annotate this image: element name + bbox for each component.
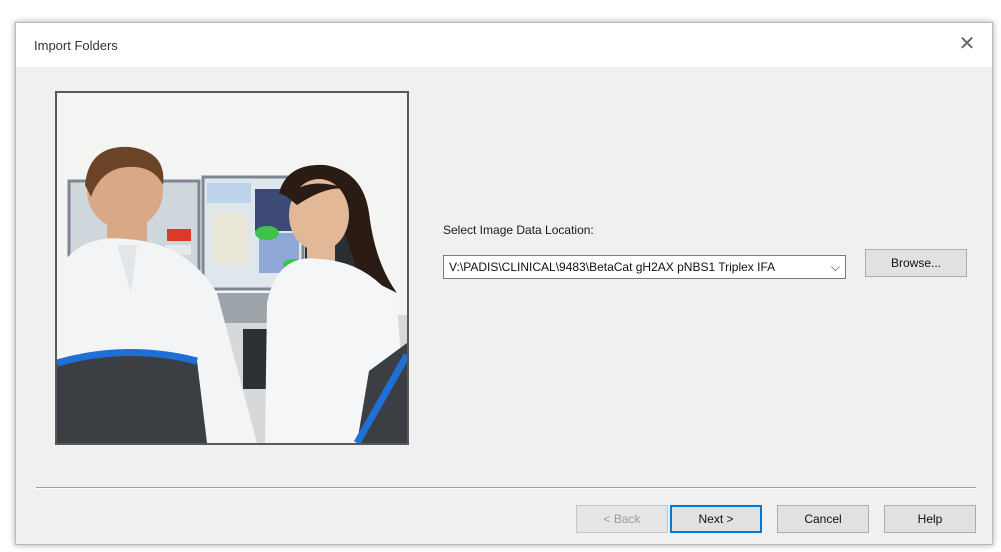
lab-photo	[55, 91, 409, 445]
browse-button[interactable]: Browse...	[865, 249, 967, 277]
footer-divider	[36, 487, 976, 489]
location-value: V:\PADIS\CLINICAL\9483\BetaCat gH2AX pNB…	[449, 260, 776, 274]
cancel-button[interactable]: Cancel	[777, 505, 869, 533]
location-combobox[interactable]: V:\PADIS\CLINICAL\9483\BetaCat gH2AX pNB…	[443, 255, 846, 279]
import-folders-dialog: Import Folders ✕ Select Image Data Locat…	[15, 22, 993, 545]
help-button[interactable]: Help	[884, 505, 976, 533]
close-icon[interactable]: ✕	[954, 31, 980, 57]
lab-scientists-illustration	[57, 93, 407, 443]
title-bar: Import Folders ✕	[16, 23, 992, 67]
chevron-down-icon[interactable]: ⌵	[831, 260, 840, 275]
next-button[interactable]: Next >	[670, 505, 762, 533]
dialog-title: Import Folders	[34, 38, 118, 53]
back-button[interactable]: < Back	[576, 505, 668, 533]
location-label: Select Image Data Location:	[443, 223, 594, 237]
